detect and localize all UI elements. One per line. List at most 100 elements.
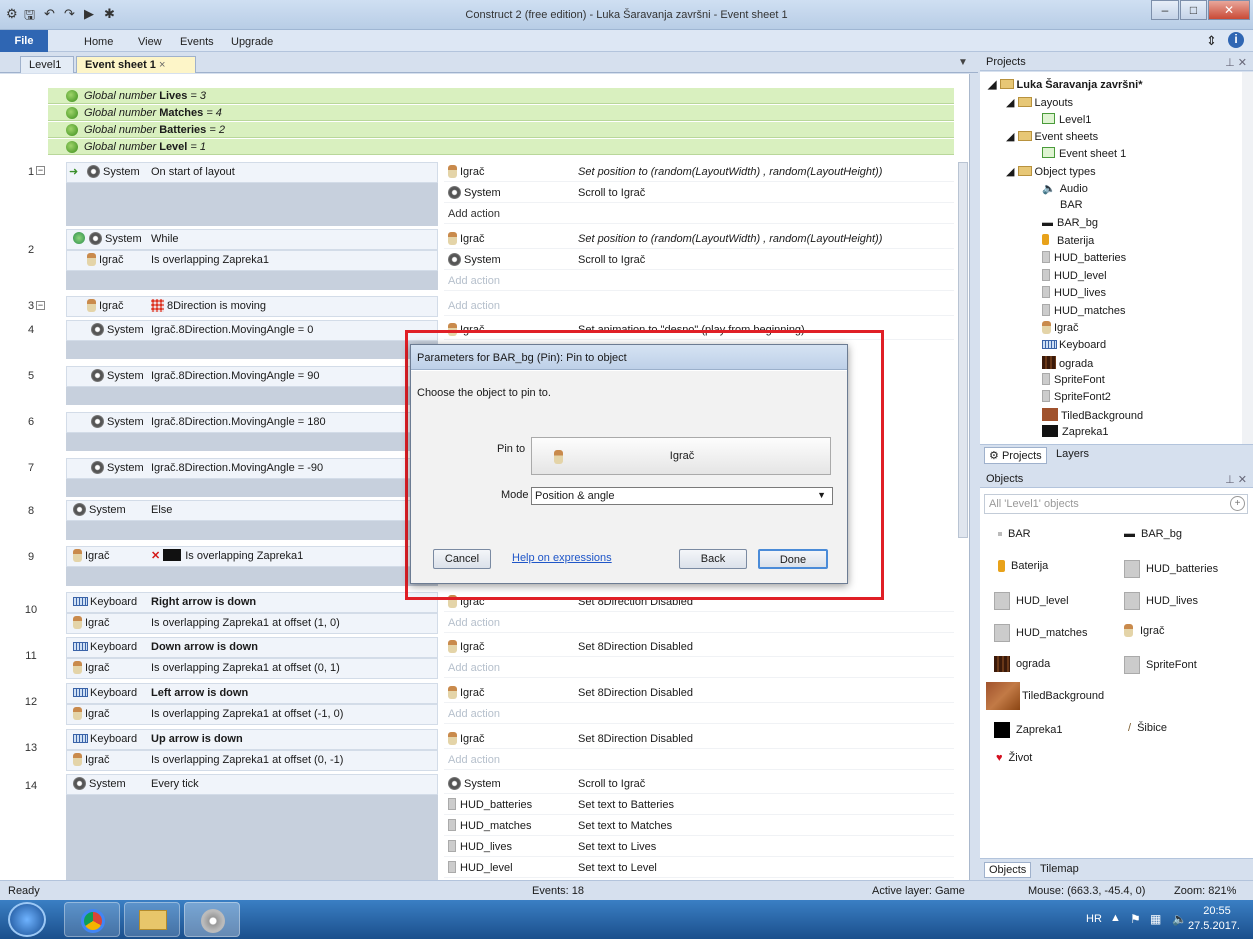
tab-dropdown-icon[interactable]: ▼: [958, 57, 968, 68]
help-icon[interactable]: i: [1228, 32, 1244, 48]
condition-row[interactable]: System Igrač.8Direction.MovingAngle = 90: [66, 366, 438, 387]
tree-object[interactable]: HUD_lives: [1042, 286, 1106, 299]
ribbon-toggle-icon[interactable]: ⇕: [1206, 33, 1217, 49]
object-item[interactable]: Igrač: [1124, 624, 1164, 637]
add-action-link[interactable]: Add action: [444, 297, 954, 316]
pinto-object-picker[interactable]: Igrač: [531, 437, 831, 475]
tree-object[interactable]: 🔈 Audio: [1042, 182, 1088, 195]
tree-event-sheets[interactable]: ◢ Event sheets: [1006, 130, 1098, 143]
action-row[interactable]: Igrač Set 8Direction Disabled: [444, 638, 954, 657]
menu-view[interactable]: View: [138, 36, 162, 48]
condition-row[interactable]: System Igrač.8Direction.MovingAngle = 0: [66, 320, 438, 341]
object-item[interactable]: TiledBackground: [986, 682, 1104, 710]
tree-object[interactable]: Baterija: [1042, 234, 1094, 247]
tab-objects[interactable]: Objects: [984, 862, 1032, 878]
objects-filter-input[interactable]: All 'Level1' objects: [984, 494, 1248, 514]
object-item[interactable]: HUD_lives: [1124, 592, 1198, 610]
condition-row[interactable]: System Igrač.8Direction.MovingAngle = -90: [66, 458, 438, 479]
tree-event-sheet-1[interactable]: Event sheet 1: [1042, 147, 1126, 160]
tree-object[interactable]: Keyboard: [1042, 339, 1106, 351]
action-row[interactable]: HUD_batteries Set text to Batteries: [444, 796, 954, 815]
tab-layers[interactable]: Layers: [1056, 448, 1089, 460]
add-action-link[interactable]: Add action: [444, 205, 954, 224]
condition-row[interactable]: Keyboard Left arrow is down: [66, 683, 438, 704]
action-row[interactable]: System Scroll to Igrač: [444, 775, 954, 794]
explorer-taskbar-icon[interactable]: [124, 902, 180, 937]
object-item[interactable]: Zapreka1: [994, 722, 1062, 738]
object-item[interactable]: HUD_batteries: [1124, 560, 1218, 578]
tree-root[interactable]: ◢ Luka Šaravanja završni*: [988, 78, 1142, 91]
menu-upgrade[interactable]: Upgrade: [231, 36, 273, 48]
condition-row[interactable]: Igrač Is overlapping Zapreka1 at offset (…: [66, 613, 438, 634]
cancel-button[interactable]: Cancel: [433, 549, 491, 569]
mode-select[interactable]: Position & angle ▼: [531, 487, 833, 505]
tree-object[interactable]: HUD_matches: [1042, 304, 1126, 317]
start-button[interactable]: [8, 902, 46, 937]
language-indicator[interactable]: HR: [1086, 913, 1102, 925]
condition-row[interactable]: System Igrač.8Direction.MovingAngle = 180: [66, 412, 438, 433]
global-variable[interactable]: Global number Lives = 3: [48, 88, 954, 104]
object-item[interactable]: HUD_level: [994, 592, 1069, 610]
condition-row[interactable]: Igrač ✕ Is overlapping Zapreka1: [66, 546, 438, 567]
sheet-scrollbar-thumb[interactable]: [958, 162, 968, 538]
object-item[interactable]: HUD_matches: [994, 624, 1088, 642]
action-row[interactable]: System Scroll to Igrač: [444, 251, 954, 270]
object-item[interactable]: ograda: [994, 656, 1050, 672]
tree-object-types[interactable]: ◢ Object types: [1006, 165, 1096, 178]
tree-object[interactable]: SpriteFont: [1042, 373, 1105, 386]
action-row[interactable]: HUD_lives Set text to Lives: [444, 838, 954, 857]
global-variable[interactable]: Global number Batteries = 2: [48, 122, 954, 138]
minimize-button[interactable]: –: [1151, 0, 1179, 20]
action-row[interactable]: HUD_level Set text to Level: [444, 859, 954, 878]
object-item[interactable]: SpriteFont: [1124, 656, 1197, 674]
tab-tilemap[interactable]: Tilemap: [1040, 863, 1079, 875]
tab-projects[interactable]: ⚙ Projects: [984, 447, 1047, 464]
condition-row[interactable]: Igrač Is overlapping Zapreka1: [66, 250, 438, 271]
action-row[interactable]: Igrač Set position to (random(LayoutWidth…: [444, 163, 954, 182]
tree-layouts[interactable]: ◢ Layouts: [1006, 96, 1073, 109]
condition-row[interactable]: Igrač Is overlapping Zapreka1 at offset (…: [66, 704, 438, 725]
condition-row[interactable]: ➜ System On start of layout: [66, 162, 438, 183]
tree-object[interactable]: Igrač: [1042, 321, 1078, 334]
global-variable[interactable]: Global number Matches = 4: [48, 105, 954, 121]
condition-row[interactable]: Igrač Is overlapping Zapreka1 at offset (…: [66, 658, 438, 679]
construct2-taskbar-icon[interactable]: [184, 902, 240, 937]
close-tab-icon[interactable]: ×: [159, 59, 165, 71]
menu-home[interactable]: Home: [84, 36, 113, 48]
maximize-button[interactable]: □: [1180, 0, 1207, 20]
clock-time[interactable]: 20:55: [1194, 905, 1240, 917]
close-window-button[interactable]: ✕: [1208, 0, 1250, 20]
add-action-link[interactable]: Add action: [444, 272, 954, 291]
add-action-link[interactable]: Add action: [444, 614, 954, 633]
global-variable[interactable]: Global number Level = 1: [48, 139, 954, 155]
done-button[interactable]: Done: [758, 549, 828, 569]
action-row[interactable]: Igrač Set 8Direction Disabled: [444, 684, 954, 703]
tree-object[interactable]: BAR: [1060, 199, 1083, 211]
clock-date[interactable]: 27.5.2017.: [1184, 920, 1244, 932]
pin-close-icon[interactable]: ⊥ ✕: [1225, 473, 1247, 486]
tree-object[interactable]: TiledBackground: [1042, 408, 1143, 422]
condition-row[interactable]: System Every tick: [66, 774, 438, 795]
back-button[interactable]: Back: [679, 549, 747, 569]
action-row[interactable]: HUD_matches Set text to Matches: [444, 817, 954, 836]
tree-object[interactable]: HUD_batteries: [1042, 251, 1126, 264]
collapse-toggle[interactable]: −: [36, 301, 45, 310]
condition-row[interactable]: Igrač 8Direction is moving: [66, 296, 438, 317]
object-item[interactable]: BAR: [998, 528, 1031, 540]
tree-object[interactable]: ograda: [1042, 356, 1093, 370]
condition-row[interactable]: Keyboard Up arrow is down: [66, 729, 438, 750]
projects-scrollbar[interactable]: [1242, 72, 1253, 444]
add-action-link[interactable]: Add action: [444, 751, 954, 770]
condition-row[interactable]: Keyboard Down arrow is down: [66, 637, 438, 658]
condition-row[interactable]: Igrač Is overlapping Zapreka1 at offset (…: [66, 750, 438, 771]
tree-level1[interactable]: Level1: [1042, 113, 1091, 126]
action-row[interactable]: Igrač Set position to (random(LayoutWidth…: [444, 230, 954, 249]
condition-row[interactable]: Keyboard Right arrow is down: [66, 592, 438, 613]
add-action-link[interactable]: Add action: [444, 659, 954, 678]
action-row[interactable]: Igrač Set 8Direction Disabled: [444, 730, 954, 749]
object-item[interactable]: Baterija: [998, 560, 1048, 573]
tree-object[interactable]: HUD_level: [1042, 269, 1107, 282]
tab-level1[interactable]: Level1: [20, 56, 74, 73]
network-icon[interactable]: ▦: [1150, 912, 1161, 926]
file-menu[interactable]: File: [0, 30, 48, 52]
